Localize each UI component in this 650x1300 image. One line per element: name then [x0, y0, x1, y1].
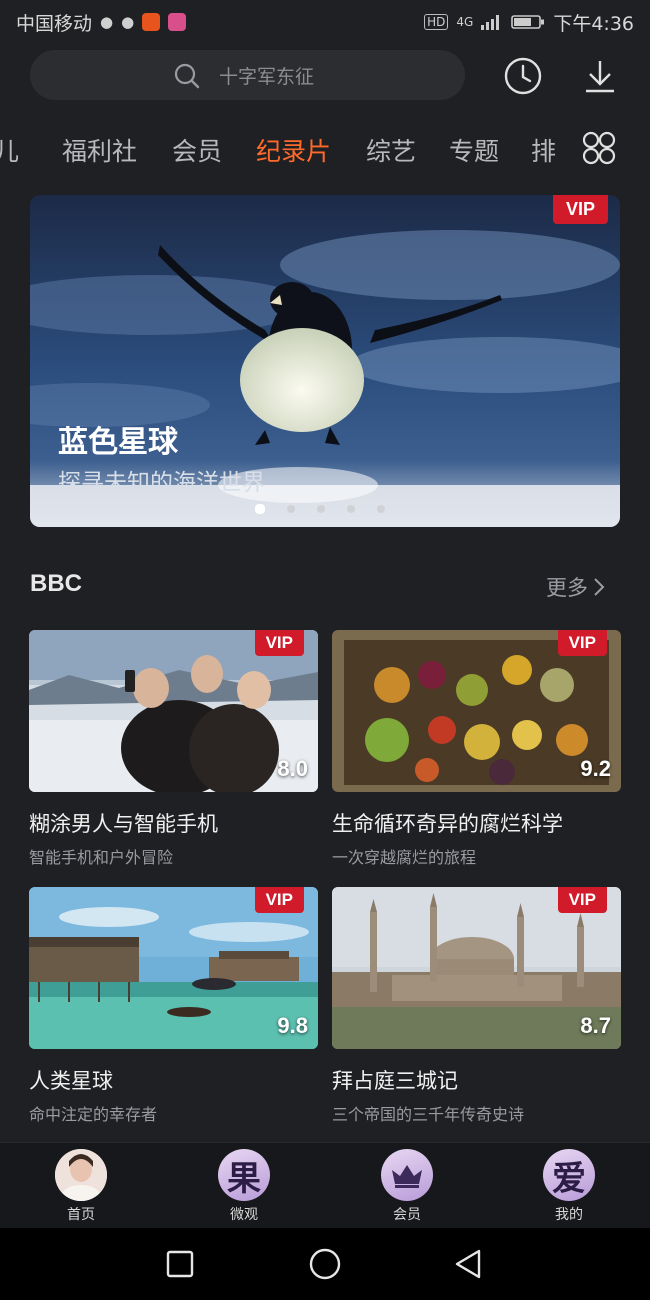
card-title: 人类星球 — [29, 1069, 113, 1093]
banner-subtitle: 探寻未知的海洋世界 — [58, 470, 265, 496]
all-channels-icon[interactable] — [581, 130, 617, 166]
card-thumbnail: VIP 9.2 — [332, 630, 621, 792]
tab-ranking[interactable]: 排 — [531, 132, 556, 168]
vip-badge: VIP — [557, 630, 607, 656]
section-title: BBC — [30, 570, 82, 597]
tab-member[interactable]: 会员 — [172, 132, 222, 168]
card-description: 三个帝国的三千年传奇史诗 — [332, 1105, 525, 1124]
card-thumbnail: VIP 9.8 — [29, 887, 318, 1049]
player-app-icon — [168, 13, 187, 31]
download-icon[interactable] — [580, 56, 620, 96]
search-input[interactable]: 十字军东征 — [30, 50, 465, 100]
home-avatar-icon — [55, 1149, 107, 1201]
card-score: 8.7 — [580, 1013, 611, 1038]
signal-icon — [481, 15, 500, 30]
card-description: 一次穿越腐烂的旅程 — [332, 848, 477, 867]
card-title: 生命循环奇异的腐烂科学 — [332, 812, 563, 836]
guo-icon: 果 — [218, 1149, 270, 1201]
card-thumbnail: VIP 8.7 — [332, 887, 621, 1049]
search-row: 十字军东征 — [0, 50, 650, 102]
video-card[interactable]: VIP 8.7 拜占庭三城记 三个帝国的三千年传奇史诗 — [332, 887, 621, 1125]
network-icon: 4G — [456, 15, 474, 29]
card-title: 拜占庭三城记 — [332, 1069, 458, 1093]
card-description: 智能手机和户外冒险 — [29, 848, 174, 867]
vip-badge: VIP — [557, 887, 607, 913]
crown-shape — [392, 1165, 422, 1188]
card-description: 命中注定的幸存者 — [29, 1105, 158, 1124]
chevron-right-icon — [594, 578, 605, 596]
tab-welfare[interactable]: 福利社 — [62, 132, 137, 168]
carousel-dot-active[interactable] — [255, 504, 265, 514]
nav-label: 会员 — [393, 1207, 421, 1223]
carousel-dot[interactable] — [317, 505, 325, 513]
tab-topics[interactable]: 专题 — [449, 132, 499, 168]
carousel-dot[interactable] — [287, 505, 295, 513]
recent-apps-icon[interactable] — [162, 1246, 198, 1282]
nav-home[interactable]: 首页 — [26, 1143, 136, 1229]
vip-badge: VIP — [254, 630, 304, 656]
vip-badge: VIP — [552, 195, 608, 224]
category-tabs: 儿 福利社 会员 纪录片 综艺 专题 排 — [0, 122, 570, 178]
more-link[interactable]: 更多 — [546, 572, 606, 602]
history-icon[interactable] — [503, 56, 543, 96]
tab-variety[interactable]: 综艺 — [366, 132, 416, 168]
card-score: 8.0 — [277, 756, 308, 781]
carousel-dot[interactable] — [347, 505, 355, 513]
hd-icon: HD — [424, 14, 449, 30]
nav-mine[interactable]: 爱 我的 — [514, 1143, 624, 1229]
system-nav-bar — [0, 1228, 650, 1300]
clock: 下午4:36 — [553, 12, 634, 35]
video-card[interactable]: VIP 9.2 生命循环奇异的腐烂科学 一次穿越腐烂的旅程 — [332, 630, 621, 868]
hero-banner[interactable]: VIP 蓝色星球 探寻未知的海洋世界 — [30, 195, 620, 527]
bottom-nav: 首页 果 微观 会员 爱 我的 — [0, 1142, 650, 1228]
status-bar: 中国移动 ● ● HD 4G 下午4:36 — [0, 0, 650, 44]
home-icon[interactable] — [307, 1246, 343, 1282]
card-score: 9.2 — [580, 756, 611, 781]
more-label: 更多 — [546, 576, 588, 600]
back-icon[interactable] — [451, 1246, 487, 1282]
ai-icon: 爱 — [543, 1149, 595, 1201]
search-placeholder: 十字军东征 — [219, 65, 315, 88]
carrier-label: 中国移动 — [16, 12, 93, 35]
card-score: 9.8 — [277, 1013, 308, 1038]
battery-icon — [511, 15, 545, 29]
video-card[interactable]: VIP 9.8 人类星球 命中注定的幸存者 — [29, 887, 318, 1125]
video-app-icon — [142, 13, 161, 31]
message-icon: ● — [121, 13, 135, 31]
banner-title: 蓝色星球 — [58, 425, 178, 460]
tab-partial-left[interactable]: 儿 — [0, 132, 19, 168]
nav-label: 我的 — [555, 1207, 583, 1223]
nav-label: 首页 — [67, 1207, 95, 1223]
card-thumbnail: VIP 8.0 — [29, 630, 318, 792]
nav-micro[interactable]: 果 微观 — [189, 1143, 299, 1229]
search-icon — [174, 63, 200, 89]
avatar — [55, 1149, 107, 1201]
carousel-indicator — [255, 504, 385, 514]
nav-vip[interactable]: 会员 — [352, 1143, 462, 1229]
carousel-dot[interactable] — [377, 505, 385, 513]
nav-label: 微观 — [230, 1207, 258, 1223]
crown-icon — [381, 1149, 433, 1201]
vip-badge: VIP — [254, 887, 304, 913]
tab-documentary[interactable]: 纪录片 — [256, 132, 331, 168]
card-title: 糊涂男人与智能手机 — [29, 812, 218, 836]
wechat-icon: ● — [100, 13, 114, 31]
video-card[interactable]: VIP 8.0 糊涂男人与智能手机 智能手机和户外冒险 — [29, 630, 318, 868]
